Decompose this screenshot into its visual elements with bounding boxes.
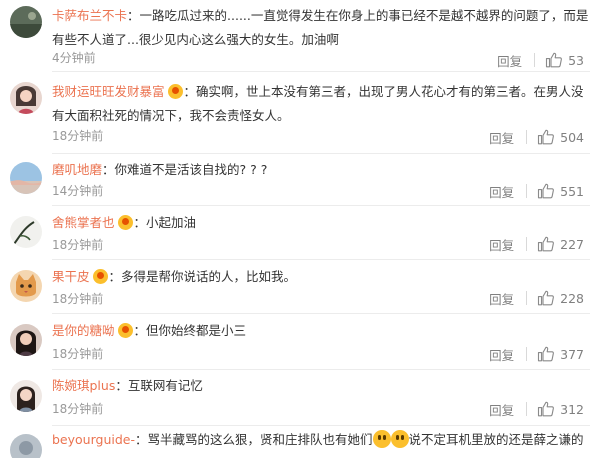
vip-badge-icon	[92, 269, 108, 284]
comment-username[interactable]: 舍熊掌者也	[52, 215, 115, 230]
reply-button[interactable]: 回复	[489, 128, 514, 147]
like-count: 227	[560, 236, 584, 252]
action-divider	[526, 237, 528, 251]
comment-text: 一路吃瓜过来的......一直觉得发生在你身上的事已经不是越不越界的问题了，而是	[139, 8, 589, 23]
like-count: 228	[560, 290, 584, 306]
avatar-sky-image	[10, 162, 42, 194]
reply-button[interactable]: 回复	[489, 345, 514, 364]
comment-item: 卡萨布兰不卡：一路吃瓜过来的......一直觉得发生在你身上的事已经不是越不越界…	[0, 0, 598, 70]
thumbs-up-icon	[538, 129, 555, 145]
comment-time: 18分钟前	[52, 402, 104, 416]
reply-button[interactable]: 回复	[489, 289, 514, 308]
comment-item: 磨叽地磨：你难道不是活该自找的? ? ? 14分钟前 回复 551	[0, 154, 598, 206]
like-count: 551	[560, 183, 584, 199]
comment-time: 18分钟前	[52, 347, 104, 361]
comment-text: 确实啊，世上本没有第三者，出现了男人花心才有的第三者。在男人没	[196, 84, 584, 99]
thumbs-up-icon	[538, 401, 555, 417]
action-divider	[526, 184, 528, 198]
action-divider	[526, 291, 528, 305]
thumbs-up-icon	[546, 52, 563, 68]
comment-text: 多得是帮你说话的人，比如我。	[121, 269, 297, 284]
vip-badge-icon	[117, 215, 133, 230]
avatar-image	[10, 434, 42, 458]
comment-username[interactable]: 果干皮	[52, 269, 90, 284]
comment-item: 舍熊掌者也 ：小起加油 18分钟前 回复 227	[0, 206, 598, 260]
comment-item: 果干皮 ：多得是帮你说话的人，比如我。 18分钟前 回复 228	[0, 260, 598, 314]
avatar-portrait-image	[10, 324, 42, 356]
avatar-landscape-image	[10, 6, 42, 38]
avatar-portrait-image	[10, 82, 42, 114]
avatar[interactable]	[10, 270, 42, 302]
like-button[interactable]: 227	[537, 235, 584, 253]
comment-text-continued: 说不定耳机里放的还是薛之谦的	[408, 432, 584, 447]
comment-username[interactable]: beyourguide-	[52, 432, 135, 447]
avatar[interactable]	[10, 162, 42, 194]
avatar-plant-image	[10, 216, 42, 248]
avatar[interactable]	[10, 434, 42, 458]
avatar[interactable]	[10, 82, 42, 114]
comment-text-continued: 有大面积社死的情况下，我不会责怪女人。	[52, 108, 290, 123]
comment-text: 骂半藏骂的这么狠，贤和庄排队也有她们	[147, 432, 373, 447]
vip-badge-icon	[167, 84, 183, 99]
reply-button[interactable]: 回复	[489, 235, 514, 254]
emoji-icon	[372, 430, 391, 448]
like-button[interactable]: 312	[537, 400, 584, 418]
like-count: 377	[560, 346, 584, 362]
comment-list: 卡萨布兰不卡：一路吃瓜过来的......一直觉得发生在你身上的事已经不是越不越界…	[0, 0, 598, 458]
comment-username[interactable]: 磨叽地磨	[52, 162, 102, 177]
avatar[interactable]	[10, 6, 42, 38]
reply-button[interactable]: 回复	[489, 400, 514, 419]
comment-username[interactable]: 卡萨布兰不卡	[52, 8, 127, 23]
action-divider	[526, 402, 528, 416]
avatar-cat-image	[10, 270, 42, 302]
avatar[interactable]	[10, 324, 42, 356]
comment-text: 互联网有记忆	[127, 378, 203, 393]
comment-text: 你难道不是活该自找的? ? ?	[114, 162, 268, 177]
comment-time: 4分钟前	[52, 51, 96, 65]
comment-item: 我财运旺旺发财暴富 ：确实啊，世上本没有第三者，出现了男人花心才有的第三者。在男人…	[0, 72, 598, 152]
comment-item: 陈婉琪plus：互联网有记忆 18分钟前 回复 312	[0, 370, 598, 426]
thumbs-up-icon	[538, 346, 555, 362]
reply-button[interactable]: 回复	[489, 182, 514, 201]
avatar-portrait-image	[10, 380, 42, 412]
like-count: 53	[568, 52, 584, 68]
comment-time: 18分钟前	[52, 238, 104, 252]
reply-button[interactable]: 回复	[497, 51, 522, 70]
comment-text-continued: 有些不人道了...很少见内心这么强大的女生。加油啊	[52, 32, 339, 47]
avatar[interactable]	[10, 380, 42, 412]
like-button[interactable]: 551	[537, 182, 584, 200]
like-button[interactable]: 504	[537, 128, 584, 146]
comment-item: 是你的糖呦 ：但你始终都是小三 18分钟前 回复 377	[0, 314, 598, 370]
action-divider	[534, 53, 536, 67]
vip-badge-icon	[117, 323, 133, 338]
like-button[interactable]: 377	[537, 345, 584, 363]
thumbs-up-icon	[538, 183, 555, 199]
thumbs-up-icon	[538, 236, 555, 252]
comment-text: 但你始终都是小三	[146, 323, 247, 338]
avatar[interactable]	[10, 216, 42, 248]
like-count: 504	[560, 129, 584, 145]
comment-username[interactable]: 我财运旺旺发财暴富	[52, 84, 165, 99]
like-button[interactable]: 53	[545, 51, 584, 69]
thumbs-up-icon	[538, 290, 555, 306]
comment-item: beyourguide-：骂半藏骂的这么狠，贤和庄排队也有她们 说不定耳机里放的还…	[0, 426, 598, 458]
comment-time: 14分钟前	[52, 184, 104, 198]
comment-time: 18分钟前	[52, 292, 104, 306]
comment-username[interactable]: 陈婉琪plus	[52, 378, 115, 393]
emoji-icon	[390, 430, 409, 448]
comment-text: 小起加油	[146, 215, 197, 230]
action-divider	[526, 347, 528, 361]
like-button[interactable]: 228	[537, 289, 584, 307]
comment-time: 18分钟前	[52, 129, 104, 143]
comment-username[interactable]: 是你的糖呦	[52, 323, 115, 338]
like-count: 312	[560, 401, 584, 417]
action-divider	[526, 130, 528, 144]
